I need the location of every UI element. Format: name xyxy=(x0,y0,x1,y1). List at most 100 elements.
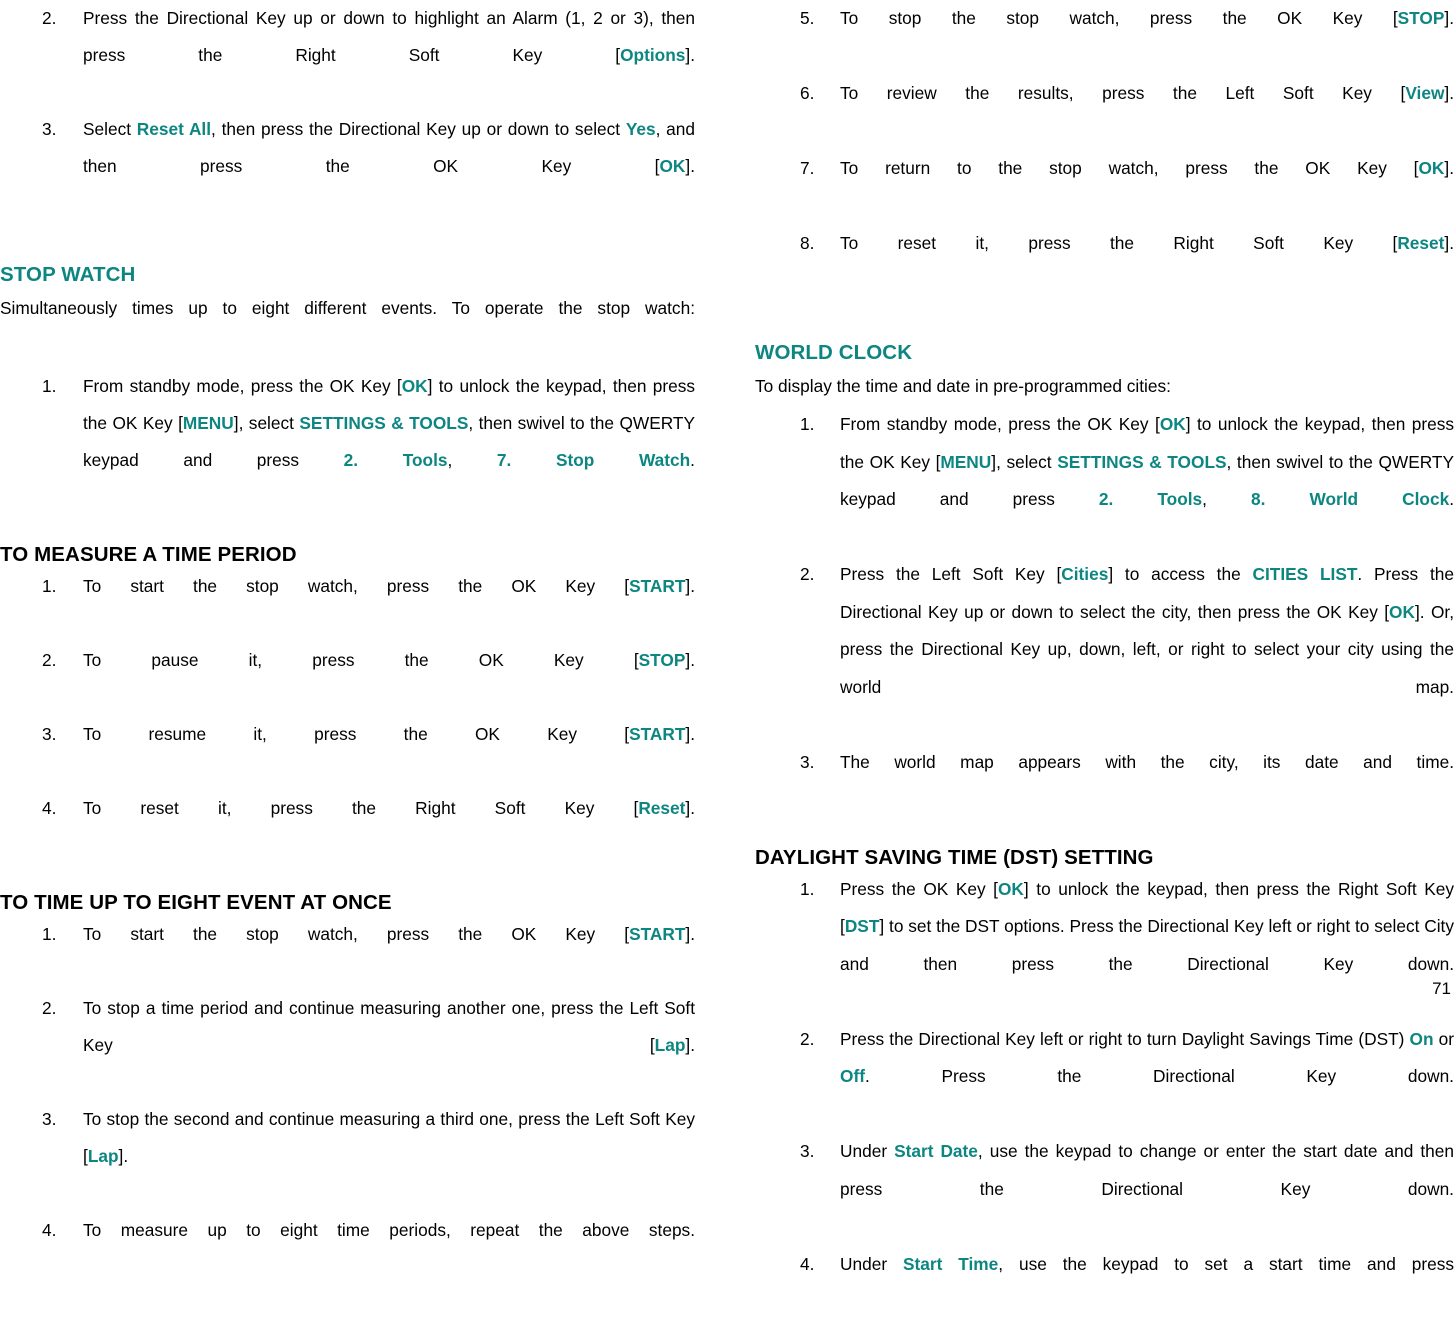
accent-term: Start Time xyxy=(902,1253,999,1274)
accent-term: Start Date xyxy=(894,1141,978,1161)
step-number: 2. xyxy=(42,8,57,28)
step-number: 4. xyxy=(800,1253,815,1274)
body-text: ]. xyxy=(685,924,695,944)
body-text: Press the Directional Key up or down to … xyxy=(83,8,695,65)
accent-term: 8. World Clock xyxy=(1251,489,1450,509)
body-text: To reset it, press the Right Soft Key [ xyxy=(83,798,639,818)
accent-term: Cities xyxy=(1061,564,1109,584)
numbered-step: 2. To stop a time period and continue mea… xyxy=(0,990,695,1101)
body-text: , then press the Directional Key up or d… xyxy=(211,119,626,139)
accent-term: OK xyxy=(659,156,686,176)
step-number: 7. xyxy=(800,158,815,178)
numbered-step: 1. From standby mode, press the OK Key [O… xyxy=(755,406,1454,556)
body-text: Press the OK Key [ xyxy=(840,878,998,899)
body-text: To stop the second and continue measurin… xyxy=(83,1109,695,1166)
section-heading-measure-time-period: TO MEASURE A TIME PERIOD xyxy=(0,543,297,566)
body-text: ]. xyxy=(685,45,695,65)
accent-term: Reset xyxy=(638,798,686,818)
manual-page: 2. Press the Directional Key up or down t… xyxy=(0,0,1454,1274)
step-number: 1. xyxy=(800,878,815,899)
body-text: . xyxy=(690,450,695,470)
numbered-step: 8. To reset it, press the Right Soft Key … xyxy=(755,225,1454,300)
body-text: Under xyxy=(840,1253,903,1274)
accent-term: OK xyxy=(1159,414,1186,434)
numbered-step: 2. To pause it, press the OK Key [STOP]. xyxy=(0,642,695,716)
body-text: To start the stop watch, press the OK Ke… xyxy=(83,576,630,596)
body-text: . xyxy=(1449,489,1454,509)
body-text: Select xyxy=(83,119,137,139)
accent-term: STOP xyxy=(638,650,686,670)
step-number: 1. xyxy=(42,924,57,944)
body-text: ]. xyxy=(685,724,695,744)
body-text: , use the keypad to set a start time and… xyxy=(998,1253,1454,1274)
section-heading-world-clock: WORLD CLOCK xyxy=(755,341,913,364)
body-text: To stop a time period and continue measu… xyxy=(83,998,695,1055)
body-text: ]. xyxy=(685,576,695,596)
body-text: To review the results, press the Left So… xyxy=(840,83,1406,103)
accent-term: OK xyxy=(997,878,1024,899)
body-text: ] to set the DST options. Press the Dire… xyxy=(840,916,1454,974)
body-text: To pause it, press the OK Key [ xyxy=(83,650,639,670)
body-text: To start the stop watch, press the OK Ke… xyxy=(83,924,630,944)
body-text: . Press the Directional Key down. xyxy=(864,1066,1454,1086)
body-text: The world map appears with the city, its… xyxy=(840,751,1454,772)
right-column: 5. To stop the stop watch, press the OK K… xyxy=(755,0,1454,1321)
accent-term: START xyxy=(629,724,686,744)
numbered-step: 5. To stop the stop watch, press the OK K… xyxy=(755,0,1454,75)
accent-term: CITIES LIST xyxy=(1252,564,1358,584)
numbered-step: 2. Press the Left Soft Key [Cities] to ac… xyxy=(755,556,1454,744)
accent-term: START xyxy=(629,924,686,944)
accent-term: START xyxy=(629,576,686,596)
body-text: ]. xyxy=(685,650,695,670)
accent-term: MENU xyxy=(182,413,234,433)
world-clock-steps-list: 1. From standby mode, press the OK Key [O… xyxy=(755,406,1454,819)
accent-term: On xyxy=(1409,1028,1434,1049)
step-number: 3. xyxy=(800,1141,815,1161)
numbered-step: 6. To review the results, press the Left … xyxy=(755,75,1454,150)
accent-term: Reset All xyxy=(136,119,212,139)
accent-term: OK xyxy=(401,376,428,396)
accent-term: Lap xyxy=(654,1035,686,1055)
stop-watch-continued-steps-list: 5. To stop the stop watch, press the OK K… xyxy=(755,0,1454,300)
body-text: To stop the stop watch, press the OK Key… xyxy=(840,8,1398,28)
accent-term: Off xyxy=(840,1066,865,1086)
accent-term: Options xyxy=(620,45,686,65)
step-number: 2. xyxy=(42,998,57,1018)
step-number: 2. xyxy=(800,564,815,584)
body-text: ]. xyxy=(1444,83,1454,103)
accent-term: SETTINGS & TOOLS xyxy=(299,413,469,433)
stop-watch-intro-paragraph: Simultaneously times up to eight differe… xyxy=(0,298,695,318)
body-text: , xyxy=(447,450,497,470)
two-column-layout: 2. Press the Directional Key up or down t… xyxy=(0,0,1454,1274)
section-heading-dst: DAYLIGHT SAVING TIME (DST) SETTING xyxy=(755,845,1154,869)
measure-time-period-steps-list: 1. To start the stop watch, press the OK … xyxy=(0,568,695,864)
numbered-step: 7. To return to the stop watch, press the… xyxy=(755,150,1454,225)
stop-watch-steps-list: 1. From standby mode, press the OK Key [O… xyxy=(0,368,695,516)
step-number: 3. xyxy=(800,751,815,772)
body-text: ], select xyxy=(233,413,300,433)
accent-term: View xyxy=(1405,83,1445,103)
accent-term: Reset xyxy=(1397,233,1445,253)
body-text: To return to the stop watch, press the O… xyxy=(840,158,1419,178)
step-number: 1. xyxy=(42,376,57,396)
body-text: ]. xyxy=(1444,158,1454,178)
dst-steps-list: 1. Press the OK Key [OK] to unlock the ke… xyxy=(755,871,1454,1321)
step-number: 3. xyxy=(42,1109,57,1129)
step-number: 1. xyxy=(800,414,815,434)
accent-term: 2. Tools xyxy=(1098,489,1203,509)
numbered-step: 1. Press the OK Key [OK] to unlock the ke… xyxy=(755,871,1454,1021)
accent-term: Yes xyxy=(625,119,656,139)
body-text: From standby mode, press the OK Key [ xyxy=(83,376,402,396)
accent-term: SETTINGS & TOOLS xyxy=(1057,451,1227,472)
body-text: ]. xyxy=(685,1035,695,1055)
body-text: or xyxy=(1433,1028,1454,1049)
body-text: ]. xyxy=(1444,8,1454,28)
step-number: 3. xyxy=(42,724,57,744)
accent-term: Lap xyxy=(87,1146,119,1166)
left-column: 2. Press the Directional Key up or down t… xyxy=(0,0,697,1286)
numbered-step: 2. Press the Directional Key up or down t… xyxy=(0,0,695,111)
body-text: Press the Directional Key left or right … xyxy=(840,1028,1410,1049)
